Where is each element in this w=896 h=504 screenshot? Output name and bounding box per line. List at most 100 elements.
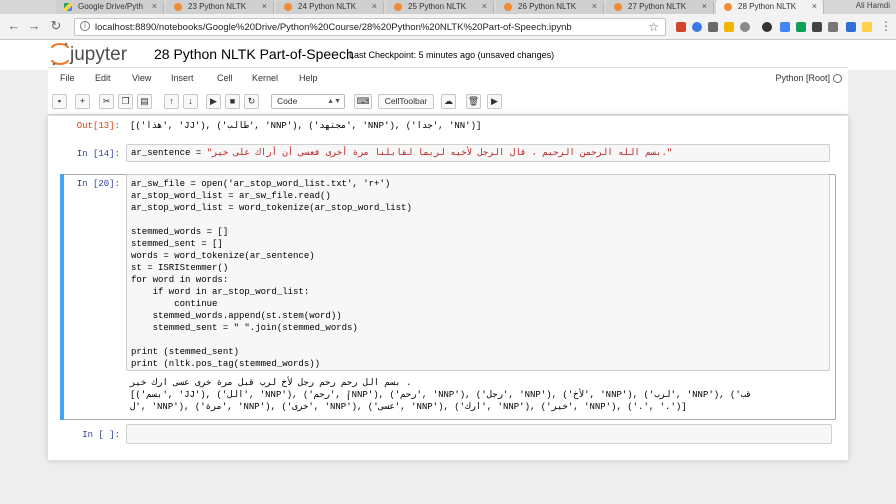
extension-icon[interactable] [740, 22, 750, 32]
copy-icon[interactable]: ❐ [118, 94, 133, 109]
browser-user-name[interactable]: Ali Hamdi [856, 1, 890, 10]
paste-icon[interactable]: ▤ [137, 94, 152, 109]
cut-icon[interactable]: ✂ [99, 94, 114, 109]
url-text[interactable]: localhost:8890/notebooks/Google%20Drive/… [95, 22, 572, 33]
cell-type-value: Code [277, 96, 298, 106]
menu-view[interactable]: View [132, 73, 151, 83]
menu-kernel[interactable]: Kernel [252, 73, 278, 83]
extension-icon[interactable] [796, 22, 806, 32]
menu-cell[interactable]: Cell [217, 73, 233, 83]
add-cell-icon[interactable]: + [75, 94, 90, 109]
cell-output: [('بسم', 'JJ'), ('الل', 'NNP'), ('رحم', … [130, 390, 752, 400]
tab-label: 24 Python NLTK [298, 2, 357, 11]
jupyter-icon [394, 3, 402, 11]
run-icon[interactable]: ▶ [206, 94, 221, 109]
close-icon[interactable]: × [152, 1, 157, 11]
extension-icon[interactable] [762, 22, 772, 32]
code-cell-editor[interactable]: ar_sw_file = open('ar_stop_word_list.txt… [126, 174, 830, 371]
chevron-down-icon: ▲▼ [327, 98, 341, 105]
notebook-header: jupyter 28 Python NLTK Part-of-Speech La… [0, 40, 896, 70]
code-line: continue [131, 299, 218, 309]
info-icon[interactable]: i [80, 21, 90, 31]
extension-icon[interactable] [862, 22, 872, 32]
menu-bar: File Edit View Insert Cell Kernel Help P… [48, 67, 848, 89]
tab-label: 25 Python NLTK [408, 2, 467, 11]
reload-icon[interactable]: ↻ [48, 18, 64, 34]
input-prompt: In [ ]: [82, 430, 120, 440]
extension-icon[interactable] [692, 22, 702, 32]
upload-icon[interactable]: ☁ [441, 94, 456, 109]
input-prompt: In [20]: [76, 179, 120, 189]
close-icon[interactable]: × [592, 1, 597, 11]
move-up-icon[interactable]: ↑ [164, 94, 179, 109]
code-line: if word in ar_stop_word_list: [131, 287, 310, 297]
close-icon[interactable]: × [372, 1, 377, 11]
jupyter-logo[interactable]: jupyter [50, 41, 142, 67]
close-icon[interactable]: × [702, 1, 707, 11]
cell-type-select[interactable]: Code ▲▼ [271, 94, 345, 109]
cell-output: [('هذا', 'JJ'), ('طالب', 'NNP'), ('مجتهد… [130, 121, 482, 131]
tab-notebook-25[interactable]: 25 Python NLTK × [386, 0, 494, 14]
tab-label: 23 Python NLTK [188, 2, 247, 11]
browser-menu-icon[interactable]: ⋮ [878, 18, 894, 34]
extension-icon[interactable] [846, 22, 856, 32]
tab-label: 28 Python NLTK [738, 2, 797, 11]
close-icon[interactable]: × [482, 1, 487, 11]
tab-notebook-27[interactable]: 27 Python NLTK × [606, 0, 714, 14]
empty-code-cell-editor[interactable] [126, 424, 832, 444]
tab-notebook-28[interactable]: 28 Python NLTK × [716, 0, 824, 14]
notebook-area: Out[13]: [('هذا', 'JJ'), ('طالب', 'NNP')… [0, 116, 896, 504]
back-icon[interactable]: ← [6, 18, 22, 34]
tab-label: 26 Python NLTK [518, 2, 577, 11]
bookmark-star-icon[interactable]: ☆ [648, 20, 659, 34]
cell-output: بسم الل رحم رحم رجل لأخ لرب قبل مرة خرى … [130, 378, 412, 388]
keyboard-icon[interactable]: ⌨ [354, 94, 372, 109]
url-field[interactable]: i localhost:8890/notebooks/Google%20Driv… [74, 18, 666, 36]
menu-help[interactable]: Help [299, 73, 318, 83]
extension-icon[interactable] [708, 22, 718, 32]
jupyter-icon [504, 3, 512, 11]
text-cursor-icon: I [347, 392, 350, 402]
jupyter-icon [174, 3, 182, 11]
tab-label: Google Drive/Pyth [78, 2, 143, 11]
input-prompt: In [14]: [76, 149, 120, 159]
extension-icon[interactable] [812, 22, 822, 32]
output-prompt: Out[13]: [76, 121, 120, 131]
code-line: ar_sw_file = open('ar_stop_word_list.txt… [131, 179, 391, 189]
video-icon[interactable]: ▶ [487, 94, 502, 109]
tab-notebook-24[interactable]: 24 Python NLTK × [276, 0, 384, 14]
screen: Google Drive/Pyth × 23 Python NLTK × 24 Py… [0, 0, 896, 504]
kernel-name[interactable]: Python [Root] [775, 73, 830, 83]
tab-notebook-26[interactable]: 26 Python NLTK × [496, 0, 604, 14]
move-down-icon[interactable]: ↓ [183, 94, 198, 109]
code-line: for word in words: [131, 275, 229, 285]
extension-icon[interactable] [780, 22, 790, 32]
celltoolbar-button[interactable]: CellToolbar [378, 94, 434, 109]
trash-icon[interactable]: 🗑 [466, 94, 481, 109]
extension-icon[interactable] [676, 22, 686, 32]
menu-edit[interactable]: Edit [95, 73, 111, 83]
tab-google-drive[interactable]: Google Drive/Pyth × [56, 0, 164, 14]
stop-icon[interactable]: ■ [225, 94, 240, 109]
close-icon[interactable]: × [262, 1, 267, 11]
extension-icon[interactable] [724, 22, 734, 32]
code-line: stemmed_sent = " ".join(stemmed_words) [131, 323, 358, 333]
notebook-toolbar: ▪ + ✂ ❐ ▤ ↑ ↓ ▶ ■ ↻ Code ▲▼ ⌨ CellToolbar… [48, 89, 848, 115]
save-icon[interactable]: ▪ [52, 94, 67, 109]
close-icon[interactable]: × [812, 1, 817, 11]
extension-icon[interactable] [828, 22, 838, 32]
code-line: ar_sentence = "بسم الله الرحمن الرحيم ، … [131, 148, 672, 158]
selected-cell-indicator [60, 174, 64, 420]
code-line: ar_stop_word_list = ar_sw_file.read() [131, 191, 331, 201]
code-line: stemmed_words = [] [131, 227, 229, 237]
tab-notebook-23[interactable]: 23 Python NLTK × [166, 0, 274, 14]
code-text: ar_sentence = [131, 148, 207, 158]
notebook-title[interactable]: 28 Python NLTK Part-of-Speech [154, 46, 354, 62]
browser-tab-bar: Google Drive/Pyth × 23 Python NLTK × 24 Py… [0, 0, 896, 14]
forward-icon[interactable]: → [26, 18, 42, 34]
code-cell-editor[interactable]: ar_sentence = "بسم الله الرحمن الرحيم ، … [126, 144, 830, 162]
menu-insert[interactable]: Insert [171, 73, 194, 83]
menu-file[interactable]: File [60, 73, 75, 83]
drive-icon [64, 3, 72, 11]
restart-icon[interactable]: ↻ [244, 94, 259, 109]
